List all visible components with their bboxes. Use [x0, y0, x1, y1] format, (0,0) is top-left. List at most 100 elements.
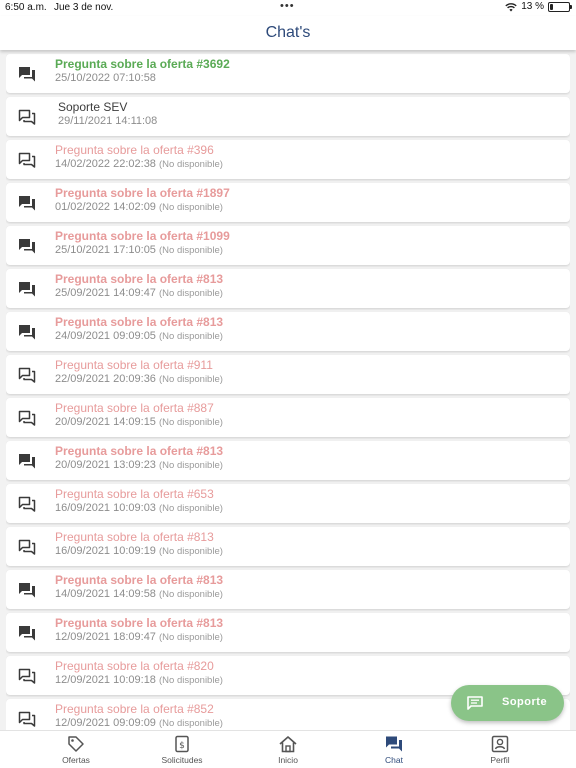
chat-title: Pregunta sobre la oferta #911 [55, 358, 213, 372]
chat-bubbles-outline-icon [18, 410, 36, 426]
nav-ofertas[interactable]: Ofertas [26, 733, 126, 767]
chat-bubbles-outline-icon [18, 711, 36, 727]
chat-availability: (No disponible) [159, 589, 223, 600]
chat-title: Pregunta sobre la oferta #852 [55, 702, 214, 716]
chat-title: Pregunta sobre la oferta #813 [55, 272, 224, 286]
chat-list-item[interactable]: Pregunta sobre la oferta #813 12/09/2021… [6, 613, 570, 652]
chat-date: 22/09/2021 20:09:36 [55, 373, 156, 385]
chat-list-item[interactable]: Pregunta sobre la oferta #3692 25/10/202… [6, 54, 570, 93]
nav-label: Solicitudes [161, 755, 203, 765]
chat-date: 24/09/2021 09:09:05 [55, 330, 156, 342]
chat-availability: (No disponible) [159, 417, 223, 428]
nav-inicio[interactable]: Inicio [238, 733, 338, 767]
battery-percent: 13 % [521, 1, 544, 12]
page-title: Chat's [265, 24, 311, 41]
svg-text:$: $ [179, 741, 185, 751]
chat-title: Pregunta sobre la oferta #887 [55, 401, 214, 415]
chat-list-item[interactable]: Pregunta sobre la oferta #1099 25/10/202… [6, 226, 570, 265]
multitasking-dots[interactable]: ••• [280, 0, 295, 12]
chat-title: Soporte SEV [58, 100, 128, 114]
chat-bubble-filled-icon [18, 238, 36, 254]
chat-date: 14/09/2021 14:09:58 [55, 588, 156, 600]
status-time: 6:50 a.m. [5, 2, 47, 13]
chat-availability: (No disponible) [159, 288, 223, 299]
chat-title: Pregunta sobre la oferta #396 [55, 143, 214, 157]
chat-list-item[interactable]: Pregunta sobre la oferta #813 20/09/2021… [6, 441, 570, 480]
chat-title: Pregunta sobre la oferta #3692 [55, 57, 230, 71]
chat-availability: (No disponible) [159, 503, 223, 514]
chat-date: 14/02/2022 22:02:38 [55, 158, 156, 170]
chat-bubbles-outline-icon [18, 367, 36, 383]
status-bar: 6:50 a.m. Jue 3 de nov. ••• 13 % [0, 0, 576, 16]
chat-bubble-filled-icon [18, 195, 36, 211]
chat-list-item[interactable]: Pregunta sobre la oferta #813 14/09/2021… [6, 570, 570, 609]
chat-bubble-filled-icon [18, 324, 36, 340]
chat-availability: (No disponible) [159, 632, 223, 643]
chat-date: 01/02/2022 14:02:09 [55, 201, 156, 213]
chat-list[interactable]: Pregunta sobre la oferta #3692 25/10/202… [6, 54, 570, 730]
nav-solicitudes[interactable]: $ Solicitudes [132, 733, 232, 767]
nav-label: Perfil [490, 755, 510, 765]
chat-date: 20/09/2021 13:09:23 [55, 459, 156, 471]
chat-list-item[interactable]: Pregunta sobre la oferta #911 22/09/2021… [6, 355, 570, 394]
chat-list-item[interactable]: Pregunta sobre la oferta #813 16/09/2021… [6, 527, 570, 566]
home-icon [238, 735, 338, 753]
chat-bubble-filled-icon [18, 281, 36, 297]
chat-date: 12/09/2021 10:09:18 [55, 674, 156, 686]
message-icon [467, 696, 483, 715]
chat-date: 29/11/2021 14:11:08 [58, 115, 158, 127]
chat-title: Pregunta sobre la oferta #813 [55, 530, 214, 544]
chat-bubbles-outline-icon [18, 109, 36, 125]
chat-list-item[interactable]: Soporte SEV 29/11/2021 14:11:08 [6, 97, 570, 136]
chat-date: 20/09/2021 14:09:15 [55, 416, 156, 428]
chat-date: 12/09/2021 18:09:47 [55, 631, 156, 643]
chat-title: Pregunta sobre la oferta #813 [55, 315, 224, 329]
chat-title: Pregunta sobre la oferta #1099 [55, 229, 230, 243]
app-header: Chat's [0, 16, 576, 50]
bottom-navigation: Ofertas $ Solicitudes Inicio Chat Perfil [0, 730, 576, 768]
chat-availability: (No disponible) [159, 331, 223, 342]
chat-availability: (No disponible) [159, 460, 223, 471]
chat-bubbles-outline-icon [18, 152, 36, 168]
chat-list-item[interactable]: Pregunta sobre la oferta #1897 01/02/202… [6, 183, 570, 222]
chat-title: Pregunta sobre la oferta #1897 [55, 186, 230, 200]
chat-bubble-filled-icon [18, 625, 36, 641]
chat-bubbles-outline-icon [18, 539, 36, 555]
chat-availability: (No disponible) [159, 245, 223, 256]
chat-title: Pregunta sobre la oferta #653 [55, 487, 214, 501]
chat-title: Pregunta sobre la oferta #813 [55, 573, 224, 587]
chat-availability: (No disponible) [159, 202, 223, 213]
nav-label: Chat [385, 755, 403, 765]
nav-label: Inicio [278, 755, 298, 765]
chat-list-item[interactable]: Pregunta sobre la oferta #813 24/09/2021… [6, 312, 570, 351]
chat-availability: (No disponible) [159, 675, 223, 686]
chat-title: Pregunta sobre la oferta #813 [55, 444, 224, 458]
chat-bubbles-outline-icon [18, 668, 36, 684]
battery-icon [548, 1, 572, 12]
chat-list-item[interactable]: Pregunta sobre la oferta #653 16/09/2021… [6, 484, 570, 523]
chat-date: 16/09/2021 10:09:03 [55, 502, 156, 514]
wifi-icon [505, 2, 517, 12]
chat-list-item[interactable]: Pregunta sobre la oferta #813 25/09/2021… [6, 269, 570, 308]
nav-perfil[interactable]: Perfil [450, 733, 550, 767]
chat-icon [344, 735, 444, 753]
nav-chat[interactable]: Chat [344, 733, 444, 767]
chat-bubble-filled-icon [18, 453, 36, 469]
chat-list-item[interactable]: Pregunta sobre la oferta #396 14/02/2022… [6, 140, 570, 179]
status-indicators: 13 % [505, 1, 572, 12]
chat-bubble-filled-icon [18, 582, 36, 598]
chat-bubble-filled-icon [18, 66, 36, 82]
chat-date: 25/10/2021 17:10:05 [55, 244, 156, 256]
chat-date: 16/09/2021 10:09:19 [55, 545, 156, 557]
chat-availability: (No disponible) [159, 546, 223, 557]
tag-icon [26, 735, 126, 753]
chat-availability: (No disponible) [159, 718, 223, 729]
receipt-icon: $ [132, 735, 232, 753]
nav-label: Ofertas [62, 755, 90, 765]
support-button[interactable]: Soporte [451, 685, 564, 721]
chat-date: 25/09/2021 14:09:47 [55, 287, 156, 299]
chat-list-item[interactable]: Pregunta sobre la oferta #887 20/09/2021… [6, 398, 570, 437]
profile-icon [450, 735, 550, 753]
support-button-label: Soporte [502, 696, 548, 708]
status-date: Jue 3 de nov. [54, 2, 114, 13]
